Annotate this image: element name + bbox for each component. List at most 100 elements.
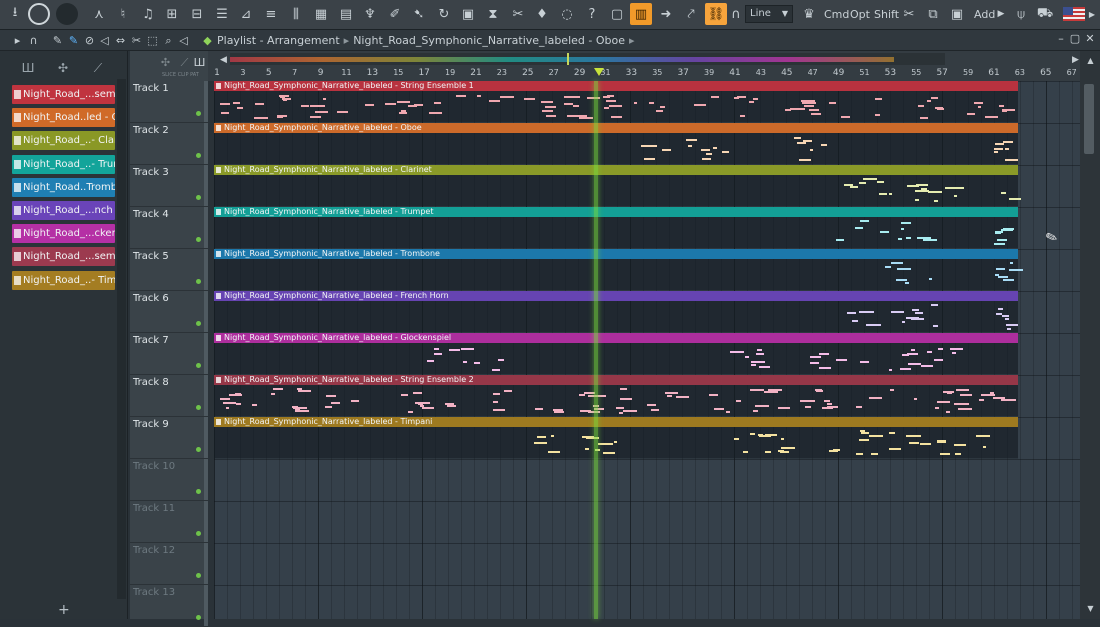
wait-for-input-icon[interactable]: ➷ — [408, 3, 430, 25]
paint-tool-icon[interactable]: ✎ — [66, 33, 81, 48]
picker-clip-item[interactable]: Night_Road_...nch Horn — [12, 201, 115, 220]
playhead-marker-icon[interactable] — [594, 68, 604, 76]
menu-arrow-icon[interactable]: ▸ — [10, 33, 25, 48]
track-enable-led-icon[interactable] — [196, 111, 201, 116]
clip-title-bar[interactable]: Night_Road_Symphonic_Narrative_labeled -… — [214, 123, 1018, 133]
playback-tool-icon[interactable]: ◁ — [176, 33, 191, 48]
clip-title-bar[interactable]: Night_Road_Symphonic_Narrative_labeled -… — [214, 291, 1018, 301]
add-menu-arrow-icon[interactable]: ▶ — [996, 3, 1006, 25]
arrangement-grid[interactable]: Night_Road_Symphonic_Narrative_labeled -… — [214, 81, 1080, 619]
picker-patterns-tab-icon[interactable]: Ш — [16, 61, 40, 79]
slice-tool-icon[interactable]: ✂ — [129, 33, 144, 48]
clip-title-bar[interactable]: Night_Road_Symphonic_Narrative_labeled -… — [214, 249, 1018, 259]
piano-roll-icon[interactable]: ▦ — [310, 3, 332, 25]
track-header[interactable]: Track 12 — [130, 543, 208, 585]
playlist-clip[interactable]: Night_Road_Symphonic_Narrative_labeled -… — [214, 123, 1019, 165]
picker-add-icon[interactable]: + — [58, 602, 70, 618]
mute-tool-icon[interactable]: ◁ — [97, 33, 112, 48]
track-header[interactable]: Track 4 — [130, 207, 208, 249]
track-header[interactable]: Track 6 — [130, 291, 208, 333]
close-icon[interactable]: ✕ — [1083, 32, 1097, 48]
track-enable-led-icon[interactable] — [196, 195, 201, 200]
vertical-scrollbar[interactable]: ▲ ▼ — [1080, 51, 1100, 619]
picker-clip-item[interactable]: Night_Road..Trombone — [12, 177, 115, 197]
clip-title-bar[interactable]: Night_Road_Symphonic_Narrative_labeled -… — [214, 333, 1018, 343]
playlist-clip[interactable]: Night_Road_Symphonic_Narrative_labeled -… — [214, 333, 1018, 375]
master-volume-knob-icon[interactable] — [28, 3, 50, 25]
typing-keyboard-icon[interactable]: ♫ — [137, 3, 159, 25]
track-patterns-icon[interactable]: Ш — [192, 55, 207, 70]
track-enable-led-icon[interactable] — [196, 321, 201, 326]
picker-automation-tab-icon[interactable]: ⟋ — [86, 61, 110, 79]
window-icon[interactable]: ▢ — [606, 3, 628, 25]
track-grip[interactable] — [204, 207, 208, 248]
download-icon[interactable]: ⭳ — [4, 3, 26, 25]
picker-clip-item[interactable]: Night_Road_..- Clarinet — [12, 131, 115, 151]
track-header[interactable]: Track 13 — [130, 585, 208, 627]
scroll-thumb[interactable] — [1084, 84, 1094, 154]
language-dropdown-icon[interactable]: ▶ — [1087, 3, 1097, 25]
scroll-up-icon[interactable]: ▲ — [1083, 53, 1098, 68]
track-add-icon[interactable]: ✣ — [158, 55, 173, 70]
track-enable-led-icon[interactable] — [196, 363, 201, 368]
track-grip[interactable] — [204, 459, 208, 500]
chat-icon[interactable]: ◌ — [556, 3, 578, 25]
picker-clip-item[interactable]: Night_Road..led - Oboe — [12, 108, 115, 128]
track-enable-led-icon[interactable] — [196, 573, 201, 578]
piano-keyboard-icon[interactable]: ♛ — [798, 3, 820, 25]
ruler-clip-label[interactable]: CLIP — [178, 72, 189, 78]
master-pitch-knob-icon[interactable] — [56, 3, 78, 25]
playlist-clip[interactable]: Night_Road_Symphonic_Narrative_labeled -… — [214, 417, 1018, 459]
clip-title-bar[interactable]: Night_Road_Symphonic_Narrative_labeled -… — [214, 417, 1018, 427]
cmd-modifier-button[interactable]: Cmd — [824, 4, 849, 24]
playlist-clip[interactable]: Night_Road_Symphonic_Narrative_labeled -… — [214, 291, 1018, 333]
clip-title-bar[interactable]: Night_Road_Symphonic_Narrative_labeled -… — [214, 375, 1018, 385]
playhead-line[interactable] — [594, 81, 598, 619]
step-edit-icon[interactable]: ☰ — [211, 3, 233, 25]
timeline[interactable]: ◀ ▶ 1 3 5 7 9 11 13 15 17 19 21 23 25 27 29 31 33 35 37 39 4… — [208, 51, 1080, 81]
playlist-clip[interactable]: Night_Road_Symphonic_Narrative_labeled -… — [214, 249, 1023, 291]
pen-icon[interactable]: ⤤ — [680, 3, 702, 25]
track-grip[interactable] — [204, 165, 208, 206]
track-header[interactable]: Track 8 — [130, 375, 208, 417]
draw-tool-icon[interactable]: ✎ — [50, 33, 65, 48]
microphone-icon[interactable]: ♦ — [531, 3, 553, 25]
export-icon[interactable]: ⧗ — [482, 3, 504, 25]
minimize-icon[interactable]: – — [1054, 32, 1068, 48]
track-grip[interactable] — [204, 375, 208, 416]
picker-audio-tab-icon[interactable]: ✣ — [51, 61, 75, 79]
zoom-tool-icon[interactable]: ⌕ — [161, 33, 176, 48]
tuner-icon[interactable]: ⍦ — [1010, 3, 1032, 25]
snap-select[interactable]: Line ▼ — [745, 5, 793, 23]
track-tools-icon[interactable]: ⟋ — [177, 55, 192, 70]
magnet-snap-icon[interactable]: ∩ — [26, 33, 41, 48]
track-grip[interactable] — [204, 249, 208, 290]
track-header[interactable]: Track 7 — [130, 333, 208, 375]
headphones-icon[interactable]: ∩ — [729, 3, 743, 25]
recording-icon[interactable]: ⊞ — [161, 3, 183, 25]
track-grip[interactable] — [204, 291, 208, 332]
breadcrumb-pattern[interactable]: Night_Road_Symphonic_Narrative_labeled -… — [353, 34, 625, 47]
track-header[interactable]: Track 2 — [130, 123, 208, 165]
picker-clip-item[interactable]: Night_Road_..- Timpani — [12, 270, 115, 290]
delete-tool-icon[interactable]: ⊘ — [82, 33, 97, 48]
track-grip[interactable] — [204, 501, 208, 542]
track-grip[interactable] — [204, 123, 208, 164]
picker-clip-item[interactable]: Night_Road_...semble 1 — [12, 85, 115, 104]
picker-clip-item[interactable]: Night_Road_..- Trumpet — [12, 154, 115, 174]
clip-title-bar[interactable]: Night_Road_Symphonic_Narrative_labeled -… — [214, 207, 1018, 217]
track-enable-led-icon[interactable] — [196, 615, 201, 620]
ruler-slice-label[interactable]: SLICE — [162, 72, 176, 78]
breadcrumb-window[interactable]: Playlist - Arrangement — [217, 34, 340, 47]
add-menu-button[interactable]: Add — [974, 4, 995, 24]
picker-scrollbar[interactable] — [117, 79, 126, 599]
clip-title-bar[interactable]: Night_Road_Symphonic_Narrative_labeled -… — [214, 81, 1018, 91]
time-signature-icon[interactable]: ♮ — [112, 3, 134, 25]
clip-title-bar[interactable]: Night_Road_Symphonic_Narrative_labeled -… — [214, 165, 1018, 175]
song-overview-scrollbar[interactable] — [230, 53, 945, 65]
scroll-down-icon[interactable]: ▼ — [1083, 601, 1098, 616]
picker-clip-item[interactable]: Night_Road_...semble 2 — [12, 247, 115, 267]
save-icon[interactable]: ▣ — [457, 3, 479, 25]
language-flag-icon[interactable] — [1063, 7, 1085, 21]
track-header[interactable]: Track 1 — [130, 81, 208, 123]
